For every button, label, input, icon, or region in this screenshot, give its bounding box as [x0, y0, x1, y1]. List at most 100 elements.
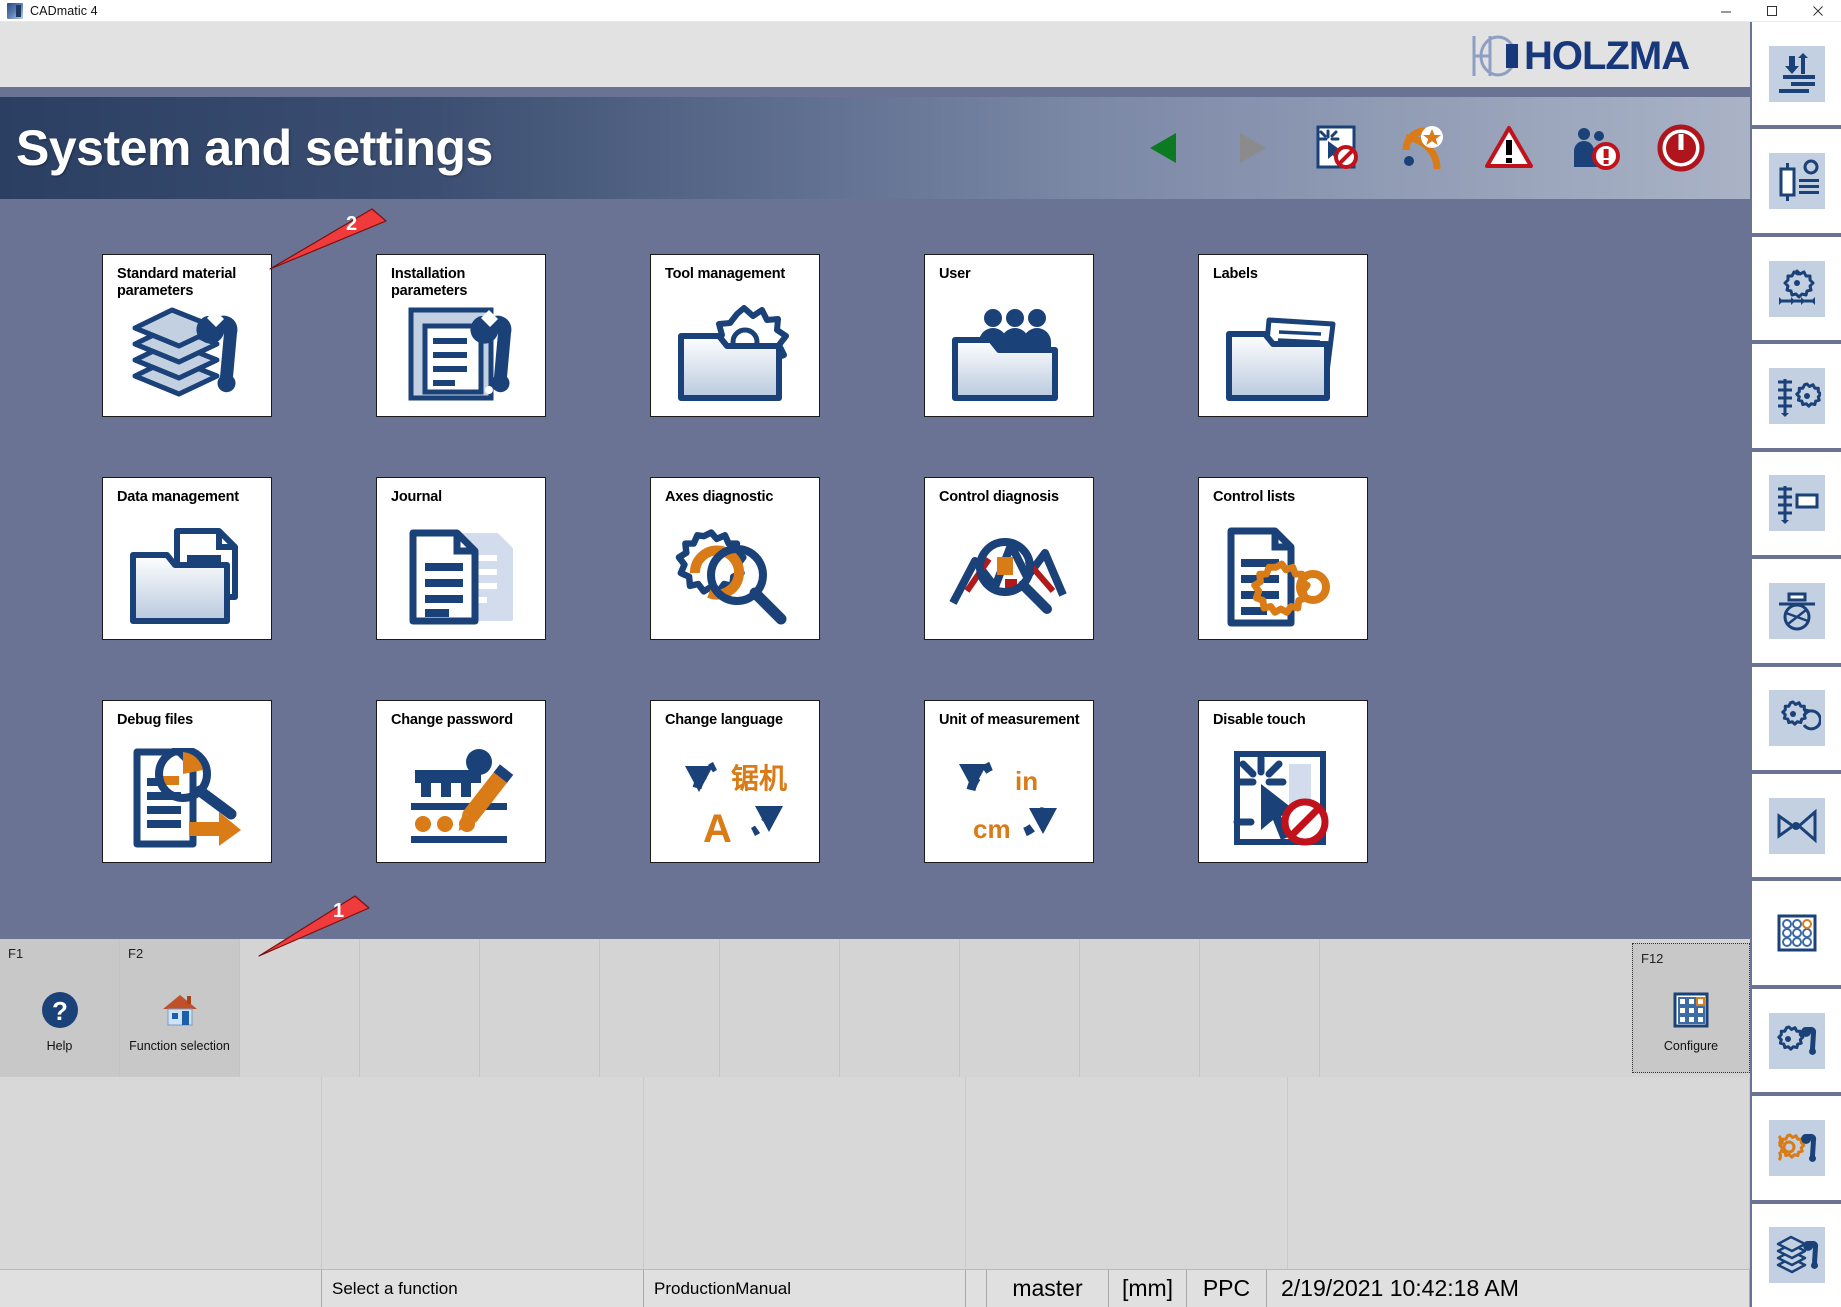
- function-key-tag: F1: [8, 946, 24, 961]
- layers-wrench-icon: [1768, 1227, 1825, 1284]
- rail-item-grid-dots[interactable]: [1752, 881, 1841, 989]
- function-key-empty-6[interactable]: [600, 939, 720, 1077]
- close-button[interactable]: [1795, 0, 1841, 21]
- layers-wrench-icon: [103, 298, 271, 410]
- function-key-empty-9[interactable]: [960, 939, 1080, 1077]
- callout-2-number: 2: [346, 213, 358, 235]
- status-upper-cell-2: [322, 1077, 644, 1269]
- function-key-f1[interactable]: F1 ? Help: [0, 939, 120, 1077]
- tile-change-language[interactable]: Change language 锯机 A: [650, 700, 820, 863]
- tile-label: Journal: [391, 489, 442, 505]
- rail-item-layers-wrench[interactable]: [1752, 1203, 1841, 1307]
- function-key-empty-4[interactable]: [360, 939, 480, 1077]
- cadmatic-app-icon: [7, 2, 23, 19]
- gears-wrench-orange-icon: [1768, 1119, 1825, 1176]
- gear-rotate-icon: [1768, 690, 1825, 747]
- callout-1-number: 1: [333, 900, 345, 922]
- feed-alignment-icon: [1768, 45, 1825, 102]
- back-arrow-icon[interactable]: [1136, 119, 1194, 177]
- home-house-icon: [159, 989, 201, 1031]
- rail-item-saw-blade[interactable]: [1752, 559, 1841, 667]
- tile-user[interactable]: User: [924, 254, 1094, 417]
- rail-item-cylinder-settings[interactable]: [1752, 129, 1841, 237]
- svg-text:?: ?: [52, 996, 68, 1026]
- app-frame: HOLZMA System and settings 2 Standard ma…: [0, 22, 1841, 1307]
- rail-item-gears-wrench-orange[interactable]: [1752, 1096, 1841, 1204]
- tile-label: User: [939, 266, 971, 282]
- scale-bar-icon: [1768, 475, 1825, 532]
- tile-labels[interactable]: Labels: [1198, 254, 1368, 417]
- rail-item-scale-bar[interactable]: [1752, 451, 1841, 560]
- user-info-icon[interactable]: [1566, 119, 1624, 177]
- tile-label: Unit of measurement: [939, 712, 1080, 728]
- tile-label: Change language: [665, 712, 783, 728]
- rail-item-gear-scale[interactable]: [1752, 236, 1841, 345]
- folder-users-icon: [925, 298, 1093, 410]
- tile-standard-material-parameters[interactable]: Standard material parameters: [102, 254, 272, 417]
- page-header: System and settings: [0, 97, 1750, 199]
- logo-strip: HOLZMA: [0, 22, 1750, 92]
- function-key-empty-5[interactable]: [480, 939, 600, 1077]
- language-swap-icon: 锯机 A: [651, 744, 819, 856]
- tile-data-management[interactable]: Data management: [102, 477, 272, 640]
- tile-label: Tool management: [665, 266, 785, 282]
- function-key-label: Function selection: [129, 1039, 230, 1053]
- scale-gear-icon: [1768, 367, 1825, 424]
- power-off-icon[interactable]: [1652, 119, 1710, 177]
- touch-disabled-icon[interactable]: [1308, 119, 1366, 177]
- tile-installation-parameters[interactable]: Installation parameters: [376, 254, 546, 417]
- cylinder-settings-icon: [1768, 153, 1825, 210]
- status-upper-cell-5: [1288, 1077, 1750, 1269]
- tile-change-password[interactable]: Change password: [376, 700, 546, 863]
- holzma-hc-logo-icon: [1468, 30, 1520, 82]
- rail-item-bowtie[interactable]: [1752, 773, 1841, 882]
- tile-journal[interactable]: Journal: [376, 477, 546, 640]
- tile-control-lists[interactable]: Control lists: [1198, 477, 1368, 640]
- key-pencil-icon: [377, 744, 545, 856]
- status-upper-cell-1: [0, 1077, 322, 1269]
- gear-magnifier-icon: [651, 521, 819, 633]
- function-key-f2[interactable]: F2 Function selection: [120, 939, 240, 1077]
- status-bar-row: Select a function ProductionManual maste…: [0, 1269, 1750, 1307]
- status-bar-upper: [0, 1077, 1750, 1269]
- folder-label-icon: [1199, 298, 1367, 410]
- status-upper-cell-3: [644, 1077, 966, 1269]
- function-key-f12[interactable]: F12 Configure: [1632, 943, 1750, 1073]
- document-lines-icon: [377, 521, 545, 633]
- rail-item-scale-gear[interactable]: [1752, 344, 1841, 452]
- function-key-empty-10[interactable]: [1080, 939, 1200, 1077]
- function-key-empty-7[interactable]: [720, 939, 840, 1077]
- status-mode: ProductionManual: [644, 1270, 966, 1307]
- function-key-spacer: [240, 939, 1750, 1077]
- status-datetime: 2/19/2021 10:42:18 AM: [1267, 1270, 1750, 1307]
- bowtie-icon: [1768, 797, 1825, 854]
- forward-arrow-icon[interactable]: [1222, 119, 1280, 177]
- language-latin-label: A: [703, 807, 732, 851]
- rail-item-gear-rotate[interactable]: [1752, 666, 1841, 774]
- tile-label: Change password: [391, 712, 513, 728]
- tile-axes-diagnostic[interactable]: Axes diagnostic: [650, 477, 820, 640]
- unit-in-label: in: [1015, 766, 1038, 796]
- warning-triangle-icon[interactable]: [1480, 119, 1538, 177]
- function-key-empty-11[interactable]: [1200, 939, 1320, 1077]
- tile-workspace: 2 Standard material parameters Installat…: [0, 199, 1750, 939]
- grid-configure-icon: [1670, 989, 1712, 1031]
- rail-item-gear-wrench[interactable]: [1752, 988, 1841, 1097]
- holzma-wordmark: HOLZMA: [1524, 34, 1690, 78]
- tile-control-diagnosis[interactable]: Control diagnosis: [924, 477, 1094, 640]
- tile-unit-of-measurement[interactable]: Unit of measurement in cm: [924, 700, 1094, 863]
- grid-dots-icon: [1769, 905, 1825, 961]
- rail-item-feed-alignment[interactable]: [1752, 22, 1841, 130]
- function-key-empty-8[interactable]: [840, 939, 960, 1077]
- tile-disable-touch[interactable]: Disable touch: [1198, 700, 1368, 863]
- function-key-tag: F2: [128, 946, 144, 961]
- signal-favorite-icon[interactable]: [1394, 119, 1452, 177]
- window-titlebar: CADmatic 4: [0, 0, 1841, 22]
- tile-tool-management[interactable]: Tool management: [650, 254, 820, 417]
- header-toolbar: [1136, 119, 1750, 177]
- minimize-button[interactable]: [1703, 0, 1749, 21]
- tile-label: Standard material parameters: [117, 266, 237, 300]
- status-message: Select a function: [322, 1270, 644, 1307]
- tile-debug-files[interactable]: Debug files: [102, 700, 272, 863]
- maximize-button[interactable]: [1749, 0, 1795, 21]
